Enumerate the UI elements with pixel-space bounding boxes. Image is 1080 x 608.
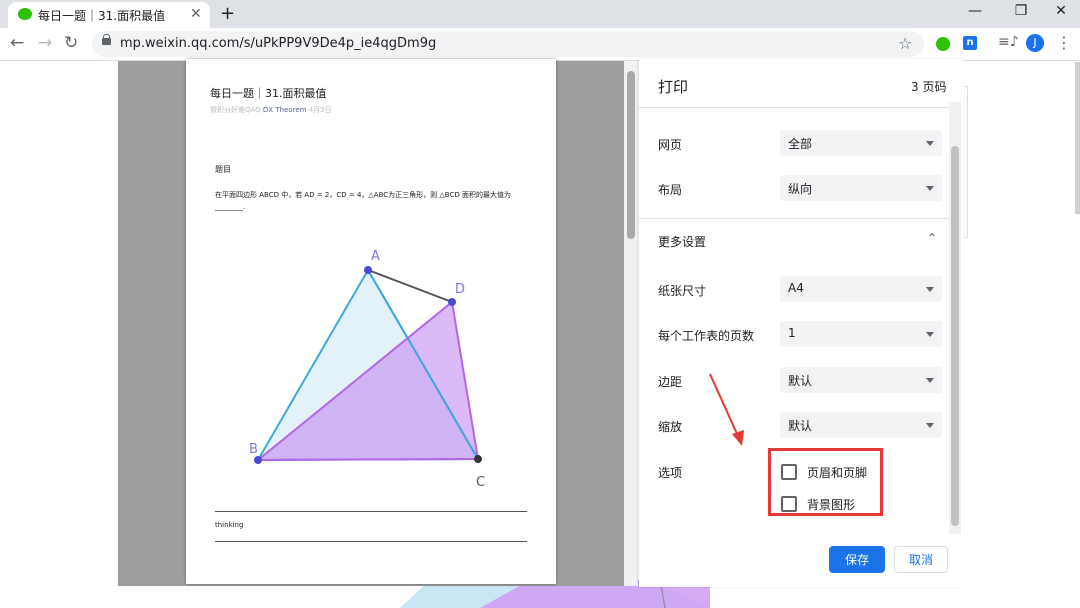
caret-down-icon [926, 141, 934, 146]
thinking-label: thinking [215, 521, 244, 529]
layout-select-value: 纵向 [788, 182, 813, 196]
layout-select[interactable]: 纵向 [780, 175, 942, 201]
back-icon[interactable]: ← [10, 33, 24, 53]
paper-size-select[interactable]: A4 [780, 276, 942, 302]
scale-select[interactable]: 默认 [780, 412, 942, 438]
browser-menu-icon[interactable]: ⋮ [1056, 33, 1072, 52]
address-bar[interactable]: mp.weixin.qq.com/s/uPkPP9V9De4p_ie4qgDm9… [92, 31, 924, 57]
print-title: 打印 [658, 78, 689, 96]
scale-label: 缩放 [658, 420, 683, 434]
pages-label: 网页 [658, 138, 683, 152]
media-control-icon[interactable]: ≡♪ [998, 34, 1019, 50]
paper-size-value: A4 [788, 281, 804, 295]
browser-toolbar: ← → ↻ mp.weixin.qq.com/s/uPkPP9V9De4p_ie… [0, 28, 1080, 61]
options-label: 选项 [658, 466, 683, 480]
url-text: mp.weixin.qq.com/s/uPkPP9V9De4p_ie4qgDm9… [120, 36, 437, 51]
preview-scrollbar[interactable] [624, 61, 638, 586]
panel-scrollbar[interactable] [949, 102, 961, 534]
geometry-figure: A D B C [249, 249, 485, 490]
wechat-favicon-icon [18, 8, 32, 20]
header-divider [639, 107, 949, 108]
pages-select-value: 全部 [788, 137, 813, 151]
caret-down-icon [926, 186, 934, 191]
restore-icon[interactable]: ❐ [1006, 3, 1036, 19]
article-title: 每日一题｜31.面积最值 [210, 87, 327, 100]
pages-select[interactable]: 全部 [780, 130, 942, 156]
lock-icon [102, 38, 111, 45]
forward-icon[interactable]: → [38, 33, 52, 53]
label-c: C [476, 475, 485, 490]
point-d [448, 298, 456, 306]
divider-line [215, 511, 527, 512]
point-b [254, 456, 262, 464]
reload-icon[interactable]: ↻ [64, 33, 78, 53]
preview-scrollbar-thumb[interactable] [627, 71, 635, 239]
divider-line [215, 541, 527, 542]
tab-title: 每日一题｜31.面积最值 [38, 9, 166, 23]
paper-size-label: 纸张尺寸 [658, 284, 707, 298]
close-window-icon[interactable]: ✕ [1046, 3, 1076, 19]
extension-n-icon[interactable]: n [963, 36, 977, 50]
preview-page: 每日一题｜31.面积最值 微积分好难QAQ DX Theorem 4月3日 题目… [186, 59, 556, 584]
new-tab-button[interactable]: + [220, 3, 235, 24]
cancel-button[interactable]: 取消 [894, 546, 948, 573]
problem-heading: 题目 [215, 165, 231, 174]
article-meta: 微积分好难QAQ DX Theorem 4月3日 [210, 105, 332, 115]
scale-value: 默认 [788, 419, 813, 433]
caret-down-icon [926, 378, 934, 383]
point-c [474, 455, 482, 463]
meta-date: 4月3日 [308, 106, 332, 114]
profile-avatar[interactable]: J [1026, 34, 1044, 52]
label-d: D [455, 282, 465, 297]
background-panel-edge [964, 86, 968, 238]
wechat-extension-icon[interactable] [936, 37, 950, 51]
more-settings-toggle[interactable]: 更多设置 [658, 233, 706, 250]
pages-per-sheet-label: 每个工作表的页数 [658, 329, 755, 343]
label-b: B [249, 442, 258, 457]
page-scrollbar-thumb[interactable] [1075, 62, 1080, 214]
meta-author: DX Theorem [262, 106, 307, 114]
pages-per-sheet-value: 1 [788, 326, 796, 340]
caret-down-icon [926, 287, 934, 292]
browser-tab[interactable]: 每日一题｜31.面积最值 ✕ [8, 2, 210, 28]
meta-source: 微积分好难QAQ [210, 106, 261, 114]
minimize-icon[interactable]: — [960, 3, 990, 19]
bookmark-star-icon[interactable]: ☆ [898, 34, 912, 53]
label-a: A [371, 249, 380, 264]
page-count: 3 页码 [911, 80, 947, 94]
annotation-arrow [709, 373, 744, 446]
chevron-up-icon[interactable]: ⌃ [927, 231, 937, 245]
problem-text: 在平面四边形 ABCD 中，若 AD = 2，CD = 4，△ABC为正三角形，… [215, 191, 511, 211]
section-divider [639, 218, 949, 219]
tab-close-icon[interactable]: ✕ [190, 6, 202, 22]
point-a [364, 266, 372, 274]
layout-label: 布局 [658, 183, 683, 197]
margins-label: 边距 [658, 375, 683, 389]
panel-scrollbar-thumb[interactable] [951, 146, 959, 526]
tab-strip: 每日一题｜31.面积最值 ✕ + — ❐ ✕ [0, 0, 1080, 28]
annotation-highlight-box [768, 448, 883, 516]
caret-down-icon [926, 423, 934, 428]
caret-down-icon [926, 332, 934, 337]
margins-select[interactable]: 默认 [780, 367, 942, 393]
save-button[interactable]: 保存 [829, 546, 885, 573]
margins-value: 默认 [788, 374, 813, 388]
pages-per-sheet-select[interactable]: 1 [780, 321, 942, 347]
